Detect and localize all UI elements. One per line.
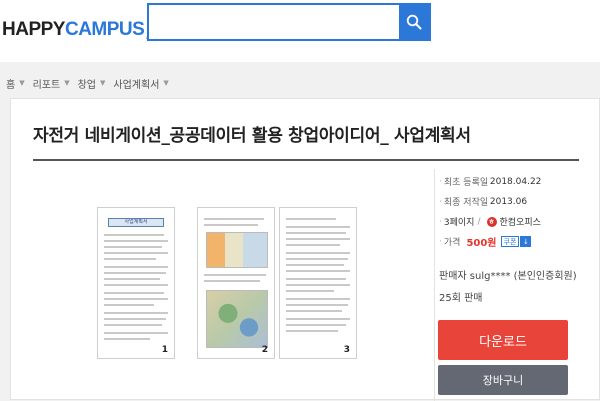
info-price-row: · 가격 500원 쿠폰 ↓	[439, 233, 589, 250]
cart-button[interactable]: 장바구니	[438, 365, 568, 395]
breadcrumb-report-label: 리포트	[32, 79, 61, 91]
preview-page-number: 1	[161, 345, 168, 355]
chevron-down-icon: ▼	[100, 79, 106, 87]
file-format: 한컴오피스	[499, 218, 541, 228]
preview-table-image	[206, 232, 268, 268]
search-box	[147, 3, 431, 41]
title-divider	[33, 159, 579, 161]
breadcrumb-home[interactable]: 홈 ▼	[6, 76, 25, 91]
breadcrumb-startup[interactable]: 창업 ▼	[78, 76, 106, 91]
info-separator: /	[477, 216, 481, 227]
chevron-down-icon: ▼	[19, 79, 25, 87]
header: HAPPY CAMPUS !	[0, 0, 600, 62]
preview-page-2[interactable]: 2	[197, 207, 275, 359]
breadcrumb-home-label: 홈	[6, 79, 16, 91]
seller-info[interactable]: 판매자 sulg**** (본인인증회원)	[439, 267, 577, 282]
written-value: 2013.06	[489, 196, 528, 207]
preview-page-3[interactable]: 3	[279, 207, 357, 359]
preview-page-number: 3	[343, 345, 350, 355]
preview-page-1[interactable]: 사업계획서 1	[97, 207, 175, 359]
info-format-row: · 3페이지 / ㅎ 한컴오피스	[439, 216, 541, 228]
logo-campus: CAMPUS	[64, 19, 145, 40]
preview-page-number: 2	[261, 345, 268, 355]
written-label: 최종 저작일	[443, 198, 489, 208]
breadcrumb: 홈 ▼ 리포트 ▼ 창업 ▼ 사업계획서 ▼	[6, 73, 177, 93]
preview-map-image	[206, 290, 268, 348]
search-button[interactable]	[399, 5, 429, 39]
document-info: · 최초 등록일 2018.04.22 · 최종 저작일 2013.06 · 3…	[439, 173, 589, 253]
hancom-icon: ㅎ	[486, 216, 497, 227]
info-written-row: · 최종 저작일 2013.06	[439, 196, 528, 209]
breadcrumb-business-plan[interactable]: 사업계획서 ▼	[113, 76, 168, 91]
breadcrumb-report[interactable]: 리포트 ▼	[33, 76, 70, 91]
preview-page-header: 사업계획서	[108, 218, 164, 227]
search-input[interactable]	[149, 5, 401, 39]
search-icon	[406, 14, 422, 30]
chevron-down-icon: ▼	[64, 79, 70, 87]
registered-label: 최초 등록일	[443, 178, 489, 188]
preview-area: 사업계획서 1 2 3	[33, 169, 435, 401]
price-value: 500원	[466, 238, 497, 249]
document-title: 자전거 네비게이션_공공데이터 활용 창업아이디어_ 사업계획서	[33, 126, 471, 146]
breadcrumb-startup-label: 창업	[77, 79, 96, 91]
chevron-down-icon: ▼	[163, 79, 169, 87]
registered-value: 2018.04.22	[489, 176, 542, 187]
info-registered-row: · 최초 등록일 2018.04.22	[439, 176, 542, 189]
download-button[interactable]: 다운로드	[438, 320, 568, 360]
happycampus-logo[interactable]: HAPPY CAMPUS !	[2, 10, 154, 50]
coupon-button[interactable]: 쿠폰	[500, 236, 520, 247]
coupon-download-icon[interactable]: ↓	[520, 236, 532, 247]
document-card: 자전거 네비게이션_공공데이터 활용 창업아이디어_ 사업계획서 사업계획서 1	[10, 98, 600, 401]
logo-happy: HAPPY	[2, 19, 65, 40]
sales-count: 25회 판매	[439, 293, 483, 304]
breadcrumb-business-plan-label: 사업계획서	[113, 79, 160, 91]
page-count: 3페이지	[443, 218, 475, 228]
price-label: 가격	[443, 238, 461, 248]
